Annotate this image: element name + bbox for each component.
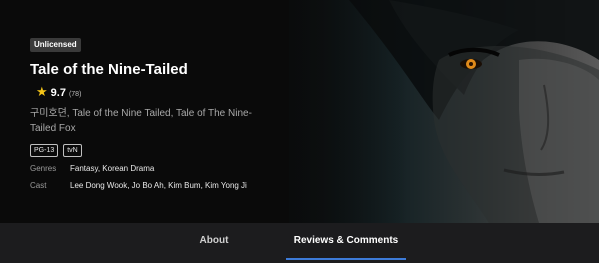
alternate-titles: 구미호뎐, Tale of the Nine Tailed, Tale of T… — [30, 108, 252, 134]
tab-bar: About Reviews & Comments — [0, 223, 599, 263]
genres-label: Genres — [30, 164, 57, 173]
rating-score: 9.7 — [50, 87, 66, 99]
cast-row: Cast Lee Dong Wook, Jo Bo Ah, Kim Bum, K… — [30, 181, 330, 191]
tab-about[interactable]: About — [175, 223, 253, 263]
show-hero: Unlicensed Tale of the Nine-Tailed ★ 9.7… — [0, 0, 599, 223]
license-badge: Unlicensed — [30, 38, 81, 52]
genres-value: Fantasy, Korean Drama — [70, 164, 155, 173]
rating-count: (78) — [68, 91, 82, 98]
cast-value: Lee Dong Wook, Jo Bo Ah, Kim Bum, Kim Yo… — [70, 181, 247, 190]
rating: ★ 9.7 (78) — [36, 84, 330, 100]
show-title: Tale of the Nine-Tailed — [30, 61, 188, 78]
tab-reviews-comments[interactable]: Reviews & Comments — [286, 223, 406, 263]
show-info: Unlicensed Tale of the Nine-Tailed ★ 9.7… — [30, 34, 330, 191]
network-tag[interactable]: tvN — [63, 144, 82, 157]
content-rating-tag: PG-13 — [30, 144, 59, 157]
tag-list: PG-13 tvN — [30, 144, 330, 157]
genres-row: Genres Fantasy, Korean Drama — [30, 164, 330, 174]
tab-reviews-label: Reviews & Comments — [293, 235, 399, 246]
active-tab-indicator — [286, 258, 406, 260]
cast-label: Cast — [30, 181, 47, 190]
star-icon: ★ — [36, 84, 48, 99]
